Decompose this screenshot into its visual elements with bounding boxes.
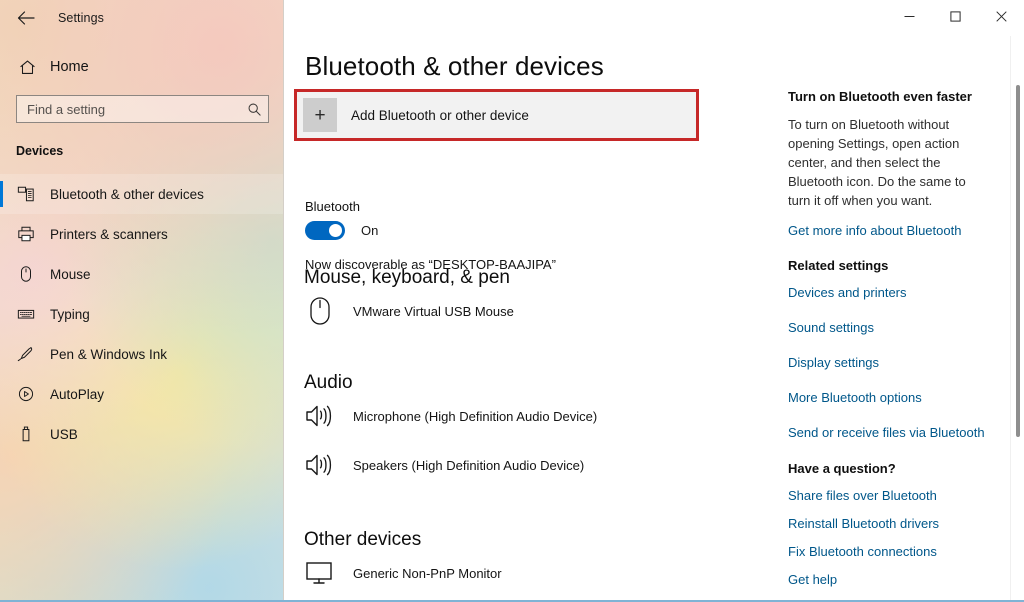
sidebar-item-autoplay[interactable]: AutoPlay <box>0 374 283 414</box>
page-title: Bluetooth & other devices <box>305 51 604 82</box>
sidebar-item-label: AutoPlay <box>50 387 104 402</box>
related-info-panel: Turn on Bluetooth even faster To turn on… <box>785 36 1024 600</box>
home-icon <box>18 58 36 76</box>
bluetooth-section-label: Bluetooth <box>305 199 360 214</box>
device-row[interactable]: Speakers (High Definition Audio Device) <box>303 448 584 482</box>
help-block: Have a question? Share files over Blueto… <box>788 461 1024 587</box>
keyboard-icon <box>16 305 35 324</box>
search-input[interactable] <box>27 96 246 122</box>
bluetooth-toggle-row: On <box>305 221 378 240</box>
related-settings-block: Related settings Devices and printers So… <box>788 258 1024 440</box>
group-heading-mouse-keyboard-pen: Mouse, keyboard, & pen <box>304 267 510 289</box>
group-heading-other-devices: Other devices <box>304 529 421 551</box>
link-get-more-info-about-bluetooth[interactable]: Get more info about Bluetooth <box>788 223 961 238</box>
link-reinstall-bluetooth-drivers[interactable]: Reinstall Bluetooth drivers <box>788 516 939 531</box>
window-controls <box>284 0 1024 36</box>
sidebar-item-label: Pen & Windows Ink <box>50 347 167 362</box>
close-button[interactable] <box>978 0 1024 32</box>
sidebar-item-bluetooth-other-devices[interactable]: Bluetooth & other devices <box>0 174 283 214</box>
sidebar-item-printers-scanners[interactable]: Printers & scanners <box>0 214 283 254</box>
sidebar-item-mouse[interactable]: Mouse <box>0 254 283 294</box>
link-fix-bluetooth-connections[interactable]: Fix Bluetooth connections <box>788 544 937 559</box>
navigation-sidebar: Settings Home Devices <box>0 0 284 600</box>
device-row[interactable]: VMware Virtual USB Mouse <box>303 294 514 328</box>
device-name: Microphone (High Definition Audio Device… <box>353 409 597 424</box>
usb-icon <box>16 425 35 444</box>
promo-body: To turn on Bluetooth without opening Set… <box>788 115 988 210</box>
device-name: VMware Virtual USB Mouse <box>353 304 514 319</box>
content-scrollbar[interactable] <box>1010 36 1024 600</box>
bluetooth-devices-icon <box>16 185 35 204</box>
sidebar-item-label: Printers & scanners <box>50 227 168 242</box>
toggle-knob <box>329 224 342 237</box>
link-share-files-over-bluetooth[interactable]: Share files over Bluetooth <box>788 488 937 503</box>
add-device-label: Add Bluetooth or other device <box>351 108 529 123</box>
search-box[interactable] <box>16 95 269 123</box>
maximize-button[interactable] <box>932 0 978 32</box>
main-content: Bluetooth & other devices + Add Bluetoot… <box>285 36 1024 600</box>
promo-heading: Turn on Bluetooth even faster <box>788 89 1024 104</box>
help-heading: Have a question? <box>788 461 1024 476</box>
window-title-bar-left: Settings <box>0 0 283 36</box>
app-title: Settings <box>58 11 104 25</box>
pen-icon <box>16 345 35 364</box>
sidebar-item-label: USB <box>50 427 78 442</box>
link-get-help[interactable]: Get help <box>788 572 837 587</box>
sidebar-item-label: Typing <box>50 307 90 322</box>
speaker-icon <box>303 448 337 482</box>
link-display-settings[interactable]: Display settings <box>788 355 879 370</box>
device-name: Generic Non-PnP Monitor <box>353 566 502 581</box>
link-more-bluetooth-options[interactable]: More Bluetooth options <box>788 390 922 405</box>
settings-window: Settings Home Devices <box>0 0 1024 602</box>
sidebar-item-label: Bluetooth & other devices <box>50 187 204 202</box>
scrollbar-thumb[interactable] <box>1016 85 1020 437</box>
nav-group-title: Devices <box>16 144 283 158</box>
device-row[interactable]: Microphone (High Definition Audio Device… <box>303 399 597 433</box>
plus-icon: + <box>303 98 337 132</box>
back-arrow-icon[interactable] <box>16 8 36 28</box>
bluetooth-toggle-state: On <box>361 223 378 238</box>
mouse-icon <box>303 294 337 328</box>
search-icon[interactable] <box>246 101 262 117</box>
link-send-or-receive-files-via-bluetooth[interactable]: Send or receive files via Bluetooth <box>788 425 985 440</box>
related-settings-heading: Related settings <box>788 258 1024 273</box>
sidebar-item-home[interactable]: Home <box>0 50 283 84</box>
group-heading-audio: Audio <box>304 372 353 394</box>
speaker-icon <box>303 399 337 433</box>
link-devices-and-printers[interactable]: Devices and printers <box>788 285 907 300</box>
link-sound-settings[interactable]: Sound settings <box>788 320 874 335</box>
sidebar-item-label: Mouse <box>50 267 91 282</box>
bluetooth-toggle[interactable] <box>305 221 345 240</box>
autoplay-icon <box>16 385 35 404</box>
mouse-icon <box>16 265 35 284</box>
sidebar-item-pen-windows-ink[interactable]: Pen & Windows Ink <box>0 334 283 374</box>
minimize-button[interactable] <box>886 0 932 32</box>
printer-icon <box>16 225 35 244</box>
device-row[interactable]: Generic Non-PnP Monitor <box>303 556 502 590</box>
home-label: Home <box>50 59 89 75</box>
sidebar-item-usb[interactable]: USB <box>0 414 283 454</box>
add-bluetooth-or-other-device-button[interactable]: + Add Bluetooth or other device <box>297 92 696 138</box>
sidebar-item-typing[interactable]: Typing <box>0 294 283 334</box>
monitor-icon <box>303 556 337 590</box>
nav-list: Bluetooth & other devices Printers & sca… <box>0 174 283 454</box>
device-name: Speakers (High Definition Audio Device) <box>353 458 584 473</box>
